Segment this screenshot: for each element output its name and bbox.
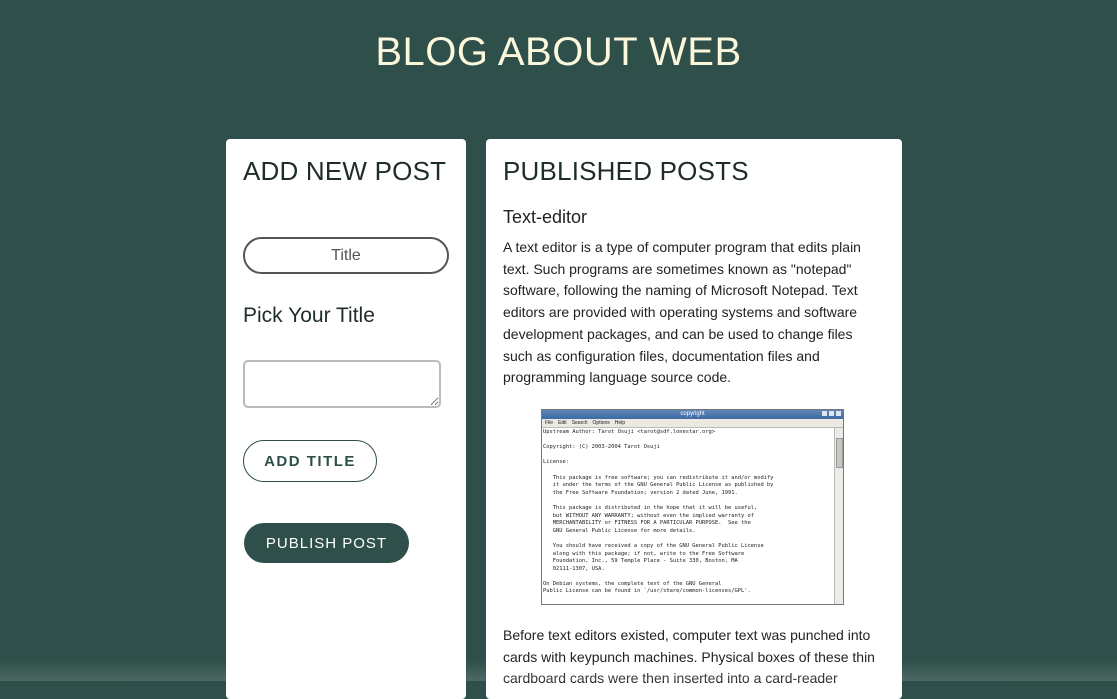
screenshot-menu-item: Edit	[558, 419, 567, 427]
screenshot-menu-item: Search	[572, 419, 588, 427]
screenshot-scrollbar	[834, 428, 843, 605]
window-controls-icon	[822, 411, 841, 416]
add-title-button[interactable]: ADD TITLE	[243, 440, 377, 482]
screenshot-window-title: copyright	[680, 411, 704, 417]
add-post-panel: ADD NEW POST Pick Your Title ADD TITLE P…	[226, 139, 466, 699]
post-paragraph: Before text editors existed, computer te…	[503, 625, 879, 690]
published-posts-heading: PUBLISHED POSTS	[503, 156, 749, 187]
post-paragraph: A text editor is a type of computer prog…	[503, 237, 879, 389]
screenshot-menubar: File Edit Search Options Help	[542, 419, 843, 428]
add-post-heading: ADD NEW POST	[243, 156, 446, 187]
screenshot-menu-item: Options	[593, 419, 610, 427]
post-body-textarea[interactable]	[243, 360, 441, 408]
publish-post-button[interactable]: PUBLISH POST	[244, 523, 409, 563]
post-title: Text-editor	[503, 207, 587, 228]
screenshot-menu-item: Help	[615, 419, 625, 427]
title-input[interactable]	[243, 237, 449, 274]
published-posts-panel: PUBLISHED POSTS Text-editor A text edito…	[486, 139, 902, 699]
site-title: BLOG ABOUT WEB	[0, 30, 1117, 75]
pick-title-label: Pick Your Title	[243, 304, 375, 328]
screenshot-menu-item: File	[545, 419, 553, 427]
screenshot-window-titlebar: copyright	[542, 410, 843, 419]
text-editor-screenshot-image: copyright File Edit Search Options Help …	[541, 409, 844, 605]
screenshot-text-content: Upstream Author: Tarot Osuji <tarot@sdf.…	[543, 429, 833, 605]
